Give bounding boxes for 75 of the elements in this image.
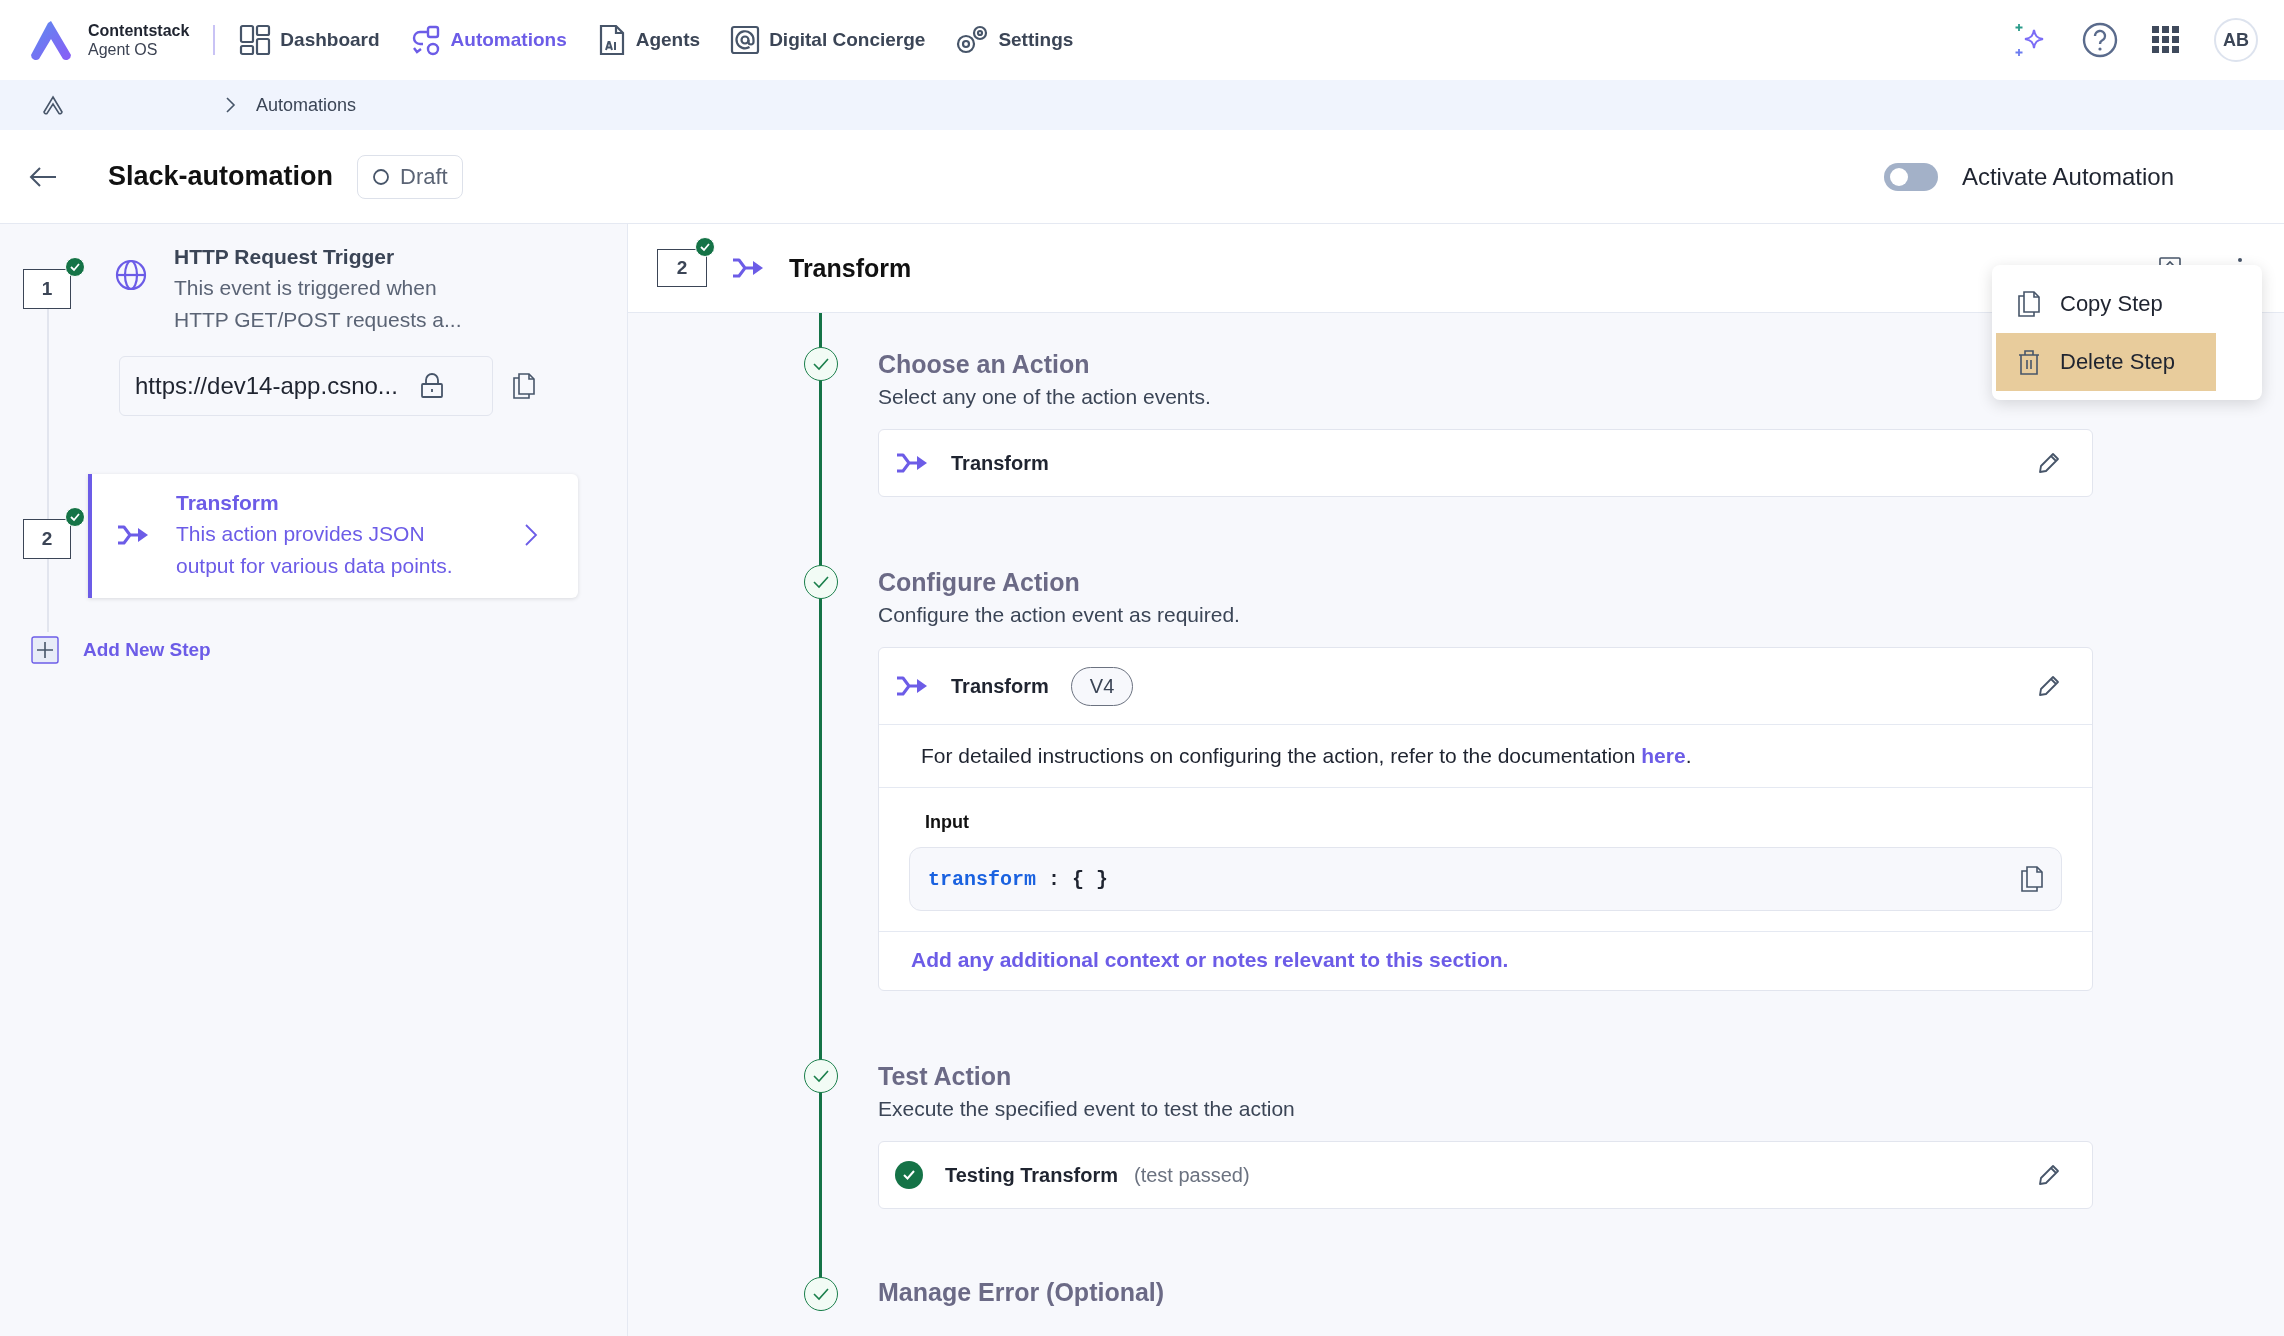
copy-icon[interactable]	[513, 373, 535, 399]
activate-toggle[interactable]	[1883, 162, 1938, 191]
chevron-right-icon	[524, 523, 538, 547]
menu-item[interactable]: Delete Step	[1996, 333, 2216, 391]
check-icon	[812, 575, 830, 589]
toggle-label: Activate Automation	[1961, 162, 2174, 191]
section-title: Configure Action	[878, 567, 1080, 598]
help-icon[interactable]	[2082, 22, 2118, 58]
nav-item[interactable]: Digital Concierge	[730, 25, 926, 55]
app-grid-icon[interactable]	[2152, 26, 2180, 54]
check-icon	[812, 1069, 830, 1083]
step-description: This action provides JSON output for various data points.	[176, 521, 454, 579]
plus-icon[interactable]	[31, 636, 59, 664]
step-title: Transform	[789, 253, 912, 283]
input-label: Input	[924, 812, 970, 833]
status-badge: Draft	[357, 154, 463, 199]
nav-item[interactable]: Settings	[955, 24, 1074, 56]
section-subtitle: Select any one of the action events.	[878, 384, 1212, 410]
transform-icon	[895, 451, 929, 475]
step-description: This event is triggered when HTTP GET/POST requests a...	[174, 275, 463, 333]
check-icon	[812, 1287, 830, 1301]
section-title: Manage Error (Optional)	[878, 1277, 1165, 1308]
test-result: (test passed)	[1134, 1163, 1250, 1187]
version-badge: V4	[1070, 666, 1134, 706]
url-text: https://dev14-app.csno...	[135, 372, 398, 400]
add-step-link[interactable]: Add New Step	[83, 639, 211, 661]
automation-title: Slack-automation	[108, 161, 334, 192]
edit-icon[interactable]	[2036, 673, 2062, 699]
trash-icon	[2018, 349, 2040, 375]
dashboard-icon	[239, 24, 272, 56]
documentation-link[interactable]: here	[1641, 744, 1686, 767]
edit-icon[interactable]	[2036, 1162, 2062, 1188]
chevron-right-icon	[224, 96, 236, 114]
step-number: 2	[657, 249, 707, 287]
home-logo-icon[interactable]	[42, 95, 64, 115]
section-subtitle: Configure the action event as required.	[878, 602, 1241, 628]
section-title: Test Action	[878, 1061, 1012, 1092]
transform-icon	[895, 674, 929, 698]
step-title: Transform	[176, 490, 280, 516]
transform-icon	[116, 523, 150, 547]
step-card[interactable]: HTTP Request Trigger This event is triggered when HTTP GET/POST requests a...	[84, 242, 514, 346]
check-icon	[812, 357, 830, 371]
copy-icon	[2018, 291, 2040, 317]
section-title: Choose an Action	[878, 349, 1090, 380]
breadcrumb-link[interactable]: Automations	[256, 94, 357, 116]
copy-icon[interactable]	[2021, 866, 2043, 892]
nav-item[interactable]: Dashboard	[239, 24, 380, 56]
url-field[interactable]: https://dev14-app.csno...	[119, 356, 493, 416]
instructions-text: For detailed instructions on configuring the action, refer to the documentation here.	[879, 725, 2092, 788]
step-title: HTTP Request Trigger	[174, 244, 396, 270]
nav-item[interactable]: Automations	[409, 24, 567, 56]
transform-icon	[731, 256, 765, 280]
back-arrow-icon[interactable]	[28, 165, 58, 188]
edit-icon[interactable]	[2036, 450, 2062, 476]
action-name: Transform	[951, 674, 1049, 698]
gears-icon	[955, 24, 990, 56]
add-notes-link[interactable]: Add any additional context or notes relevant to this section.	[911, 948, 1509, 971]
at-sign-icon	[730, 25, 761, 55]
globe-icon	[114, 258, 148, 292]
action-name: Transform	[951, 451, 1049, 475]
brand-subtitle: Agent OS	[88, 40, 159, 59]
lock-icon	[419, 373, 444, 399]
test-name: Testing Transform	[945, 1163, 1118, 1187]
brand-name: Contentstack	[88, 21, 190, 40]
user-avatar[interactable]: AB	[2214, 18, 2258, 62]
step-number: 2	[23, 519, 71, 559]
code-text: transform : { }	[928, 867, 1109, 891]
section-subtitle: Execute the specified event to test the action	[878, 1096, 1296, 1122]
step-number: 1	[23, 269, 71, 309]
nav-item[interactable]: Agents	[596, 24, 701, 56]
menu-item[interactable]: Copy Step	[1996, 275, 2216, 333]
logo-icon	[28, 19, 74, 61]
step-card[interactable]: Transform This action provides JSON output for various data points.	[88, 474, 578, 598]
check-icon	[902, 1169, 916, 1181]
circle-icon	[372, 167, 391, 186]
